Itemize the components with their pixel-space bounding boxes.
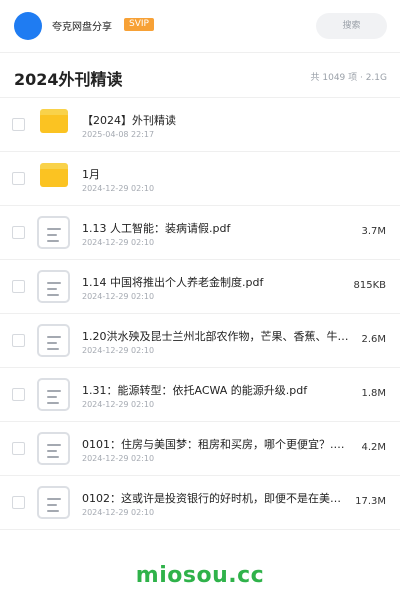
select-checkbox[interactable] bbox=[12, 226, 25, 239]
select-checkbox[interactable] bbox=[12, 280, 25, 293]
file-size: 4.2M bbox=[361, 442, 386, 453]
item-summary: 共 1049 项 · 2.1G bbox=[310, 73, 388, 83]
file-size: 3.7M bbox=[361, 226, 386, 237]
select-checkbox[interactable] bbox=[12, 388, 25, 401]
file-name[interactable]: 【2024】外刊精读 bbox=[82, 112, 350, 128]
file-icon bbox=[40, 163, 68, 187]
file-icon bbox=[37, 378, 70, 411]
file-row[interactable]: 0102：这或许是投资银行的好时机，即便不是在美国.pdf 2024-12-29 … bbox=[0, 476, 400, 530]
file-icon bbox=[37, 486, 70, 519]
select-checkbox[interactable] bbox=[12, 334, 25, 347]
app-name: 夸克网盘分享 bbox=[52, 22, 112, 33]
file-row[interactable]: 1.14 中国将推出个人养老金制度.pdf 2024-12-29 02:10 815… bbox=[0, 260, 400, 314]
file-row[interactable]: 0101：住房与美国梦：租房和买房，哪个更便宜？.pdf 2024-12-29 0… bbox=[0, 422, 400, 476]
file-size: 1.8M bbox=[361, 388, 386, 399]
file-icon bbox=[37, 432, 70, 465]
file-size: 2.6M bbox=[361, 334, 386, 345]
file-date: 2024-12-29 02:10 bbox=[82, 346, 155, 355]
file-date: 2024-12-29 02:10 bbox=[82, 292, 155, 301]
file-name[interactable]: 1.14 中国将推出个人养老金制度.pdf bbox=[82, 274, 350, 290]
folder-row[interactable]: 【2024】外刊精读 2025-04-08 22:17 bbox=[0, 98, 400, 152]
file-date: 2025-04-08 22:17 bbox=[82, 130, 155, 139]
file-icon bbox=[37, 270, 70, 303]
file-name[interactable]: 0101：住房与美国梦：租房和买房，哪个更便宜？.pdf bbox=[82, 436, 350, 452]
top-bar: 夸克网盘分享 SVIP 搜索 bbox=[0, 0, 400, 53]
select-checkbox[interactable] bbox=[12, 172, 25, 185]
file-name[interactable]: 1.20洪水殃及昆士兰州北部农作物，芒果、香蕉、牛油果等水果价格上涨.pdf bbox=[82, 328, 350, 344]
watermark: miosou.cc bbox=[135, 563, 265, 588]
avatar[interactable] bbox=[14, 12, 42, 40]
file-name[interactable]: 1.31：能源转型：依托ACWA 的能源升级.pdf bbox=[82, 382, 350, 398]
file-date: 2024-12-29 02:10 bbox=[82, 184, 155, 193]
file-name[interactable]: 1月 bbox=[82, 166, 350, 182]
file-date: 2024-12-29 02:10 bbox=[82, 454, 155, 463]
file-date: 2024-12-29 02:10 bbox=[82, 238, 155, 247]
file-row[interactable]: 1.13 人工智能：装病请假.pdf 2024-12-29 02:10 3.7M bbox=[0, 206, 400, 260]
file-row[interactable]: 1.20洪水殃及昆士兰州北部农作物，芒果、香蕉、牛油果等水果价格上涨.pdf 20… bbox=[0, 314, 400, 368]
page-title: 2024外刊精读 bbox=[14, 70, 123, 89]
file-icon bbox=[40, 109, 68, 133]
search-input[interactable]: 搜索 bbox=[316, 13, 387, 39]
file-date: 2024-12-29 02:10 bbox=[82, 508, 155, 517]
file-name[interactable]: 0102：这或许是投资银行的好时机，即便不是在美国.pdf bbox=[82, 490, 350, 506]
select-checkbox[interactable] bbox=[12, 496, 25, 509]
file-name[interactable]: 1.13 人工智能：装病请假.pdf bbox=[82, 220, 350, 236]
file-icon bbox=[37, 216, 70, 249]
svip-badge: SVIP bbox=[124, 18, 154, 31]
file-size: 815KB bbox=[353, 280, 386, 291]
folder-header: 2024外刊精读 共 1049 项 · 2.1G bbox=[0, 53, 400, 98]
select-checkbox[interactable] bbox=[12, 442, 25, 455]
file-size: 17.3M bbox=[355, 496, 386, 507]
file-date: 2024-12-29 02:10 bbox=[82, 400, 155, 409]
file-list: 【2024】外刊精读 2025-04-08 22:17 1月 2024-12-29 0… bbox=[0, 98, 400, 530]
select-checkbox[interactable] bbox=[12, 118, 25, 131]
folder-row[interactable]: 1月 2024-12-29 02:10 bbox=[0, 152, 400, 206]
file-row[interactable]: 1.31：能源转型：依托ACWA 的能源升级.pdf 2024-12-29 02:… bbox=[0, 368, 400, 422]
file-icon bbox=[37, 324, 70, 357]
